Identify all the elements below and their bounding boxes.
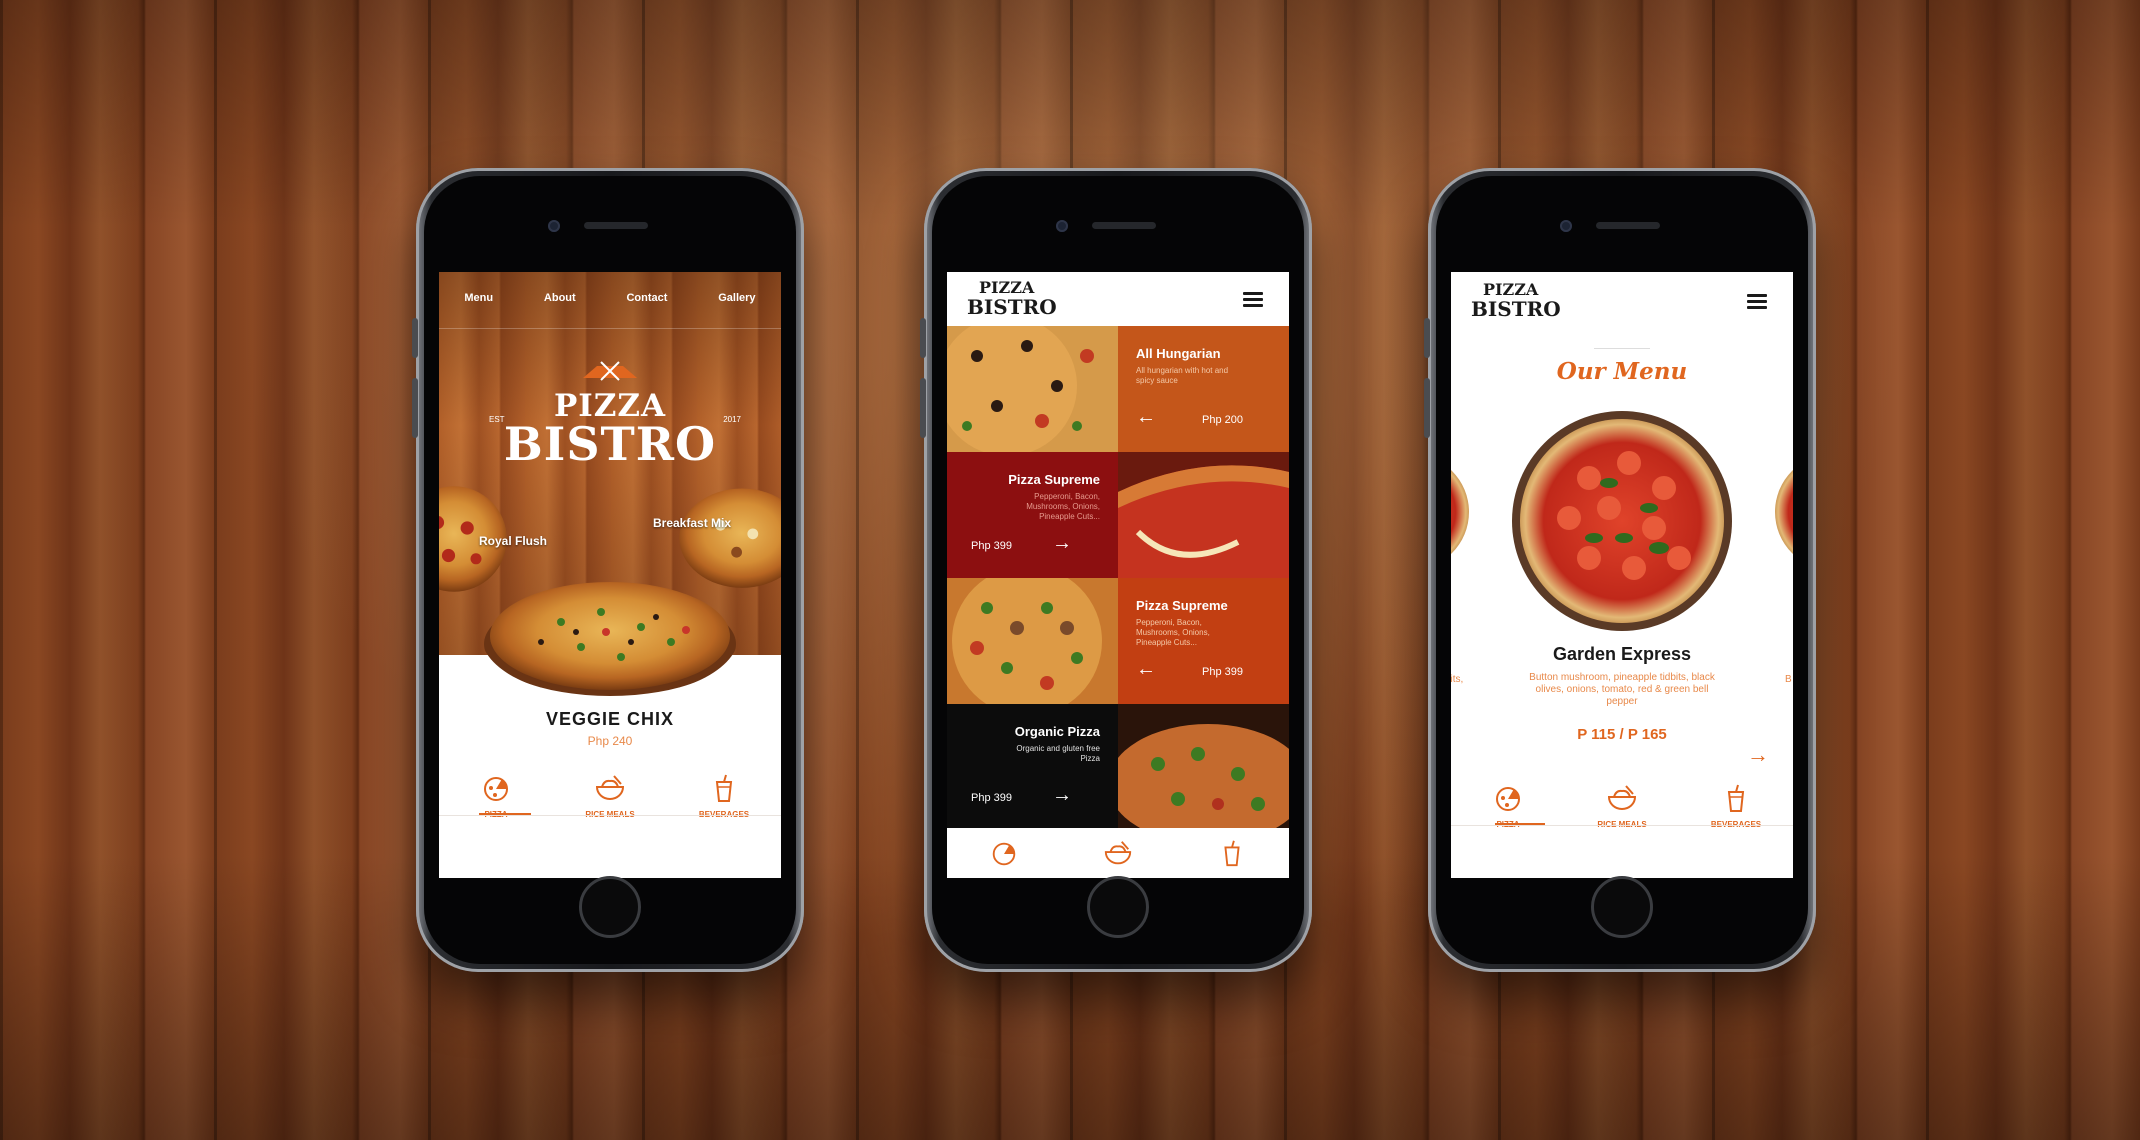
featured-pizza-price: Php 240	[587, 734, 633, 748]
logo-bistro-word: BISTRO	[503, 417, 717, 471]
hamburger-menu-icon[interactable]	[1243, 292, 1263, 308]
tab-beverages[interactable]: BEVERAGES	[669, 774, 779, 819]
nav-about-link[interactable]: About	[544, 292, 576, 304]
home-button[interactable]	[579, 876, 641, 938]
item-desc: Organic and gluten free Pizza	[1016, 744, 1100, 763]
crossed-peels-logo-icon	[583, 361, 637, 381]
item-desc: Button mushroom, pineapple tidbits, blac…	[1529, 672, 1715, 707]
arrow-left-icon[interactable]: ←	[1136, 406, 1156, 429]
tab-divider	[439, 815, 781, 816]
item-title: Organic Pizza	[1014, 724, 1100, 739]
pizza-veggie-chix-image[interactable]	[481, 572, 739, 698]
app-header: PIZZA BISTRO	[947, 272, 1289, 326]
hamburger-menu-icon[interactable]	[1747, 294, 1767, 310]
menu-item-card[interactable]: Pizza Supreme Pepperoni, Bacon, Mushroom…	[1118, 578, 1289, 704]
front-camera	[548, 220, 560, 232]
item-title: Pizza Supreme	[1008, 472, 1100, 487]
logo-bistro-word: BISTRO	[1471, 297, 1561, 321]
page-title: Our Menu	[1556, 358, 1688, 385]
phone-frame-1: Menu About Contact Gallery EST 2017 PIZZ…	[412, 168, 804, 972]
item-title: All Hungarian	[1136, 346, 1221, 361]
front-camera	[1560, 220, 1572, 232]
rice-bowl-icon[interactable]	[1103, 839, 1133, 867]
menu-item-card[interactable]: All Hungarian All hungarian with hot and…	[1118, 326, 1289, 452]
pizza-icon[interactable]	[989, 839, 1019, 867]
pizza-photo-cell	[1118, 704, 1289, 828]
arrow-right-icon[interactable]: →	[1052, 532, 1072, 555]
rice-bowl-icon	[1607, 785, 1637, 810]
nav-menu-link[interactable]: Menu	[464, 292, 493, 304]
speaker-grille	[1092, 222, 1156, 229]
item-price: Php 399	[971, 540, 1012, 552]
next-item-desc-fragment: B	[1785, 674, 1792, 685]
item-title: Pizza Supreme	[1136, 598, 1228, 613]
arrow-left-icon[interactable]: ←	[1136, 658, 1156, 681]
rice-bowl-icon	[595, 775, 625, 800]
pizza-garden-express-image[interactable]	[1509, 408, 1735, 634]
logo-bistro-word: BISTRO	[967, 295, 1057, 319]
pizza-photo	[1118, 704, 1289, 828]
pizza-photo-cell	[947, 326, 1118, 452]
category-tabbar	[947, 828, 1289, 878]
nav-contact-link[interactable]: Contact	[626, 292, 667, 304]
speaker-grille	[1596, 222, 1660, 229]
next-pizza-peek-image[interactable]	[1771, 452, 1793, 572]
tab-rice-meals[interactable]: RICE MEALS	[1567, 784, 1677, 829]
item-name: Garden Express	[1552, 644, 1692, 664]
home-button[interactable]	[1591, 876, 1653, 938]
drink-cup-icon	[715, 774, 733, 802]
front-camera	[1056, 220, 1068, 232]
item-desc: All hungarian with hot and spicy sauce	[1136, 366, 1229, 385]
pizza-photo	[947, 578, 1118, 704]
item-desc: Pepperoni, Bacon, Mushrooms, Onions, Pin…	[1136, 618, 1210, 647]
speaker-grille	[584, 222, 648, 229]
phone-frame-3: PIZZA BISTRO Our Menu ts, B Garden Expre…	[1424, 168, 1816, 972]
pizza-icon	[484, 777, 508, 801]
menu-item-card[interactable]: Pizza Supreme Pepperoni, Bacon, Mushroom…	[947, 452, 1118, 578]
pizza-royal-flush-label: Royal Flush	[479, 534, 548, 548]
item-price: P 115 / P 165	[1577, 726, 1667, 743]
pizza-photo	[947, 326, 1118, 452]
arrow-right-icon[interactable]: →	[1052, 784, 1072, 807]
home-button[interactable]	[1087, 876, 1149, 938]
pizza-photo-cell	[1118, 452, 1289, 578]
nav-divider	[439, 328, 781, 329]
pizza-breakfast-mix-label: Breakfast Mix	[653, 516, 732, 530]
arrow-right-icon[interactable]: →	[1747, 742, 1769, 768]
pizza-photo	[1118, 452, 1289, 578]
drink-cup-icon	[1727, 784, 1745, 812]
item-price: Php 399	[971, 792, 1012, 804]
top-nav: Menu About Contact Gallery	[439, 292, 781, 304]
item-price: Php 200	[1202, 414, 1243, 426]
tab-divider	[1451, 825, 1793, 826]
heading-divider	[1594, 348, 1650, 349]
prev-pizza-peek-image[interactable]	[1451, 452, 1473, 572]
phone-frame-2: PIZZA BISTRO All Hungarian All hungarian…	[920, 168, 1312, 972]
featured-pizza-name: VEGGIE CHIX	[545, 709, 675, 729]
item-price: Php 399	[1202, 666, 1243, 678]
item-desc: Pepperoni, Bacon, Mushrooms, Onions, Pin…	[1026, 492, 1100, 521]
screen-home: Menu About Contact Gallery EST 2017 PIZZ…	[439, 272, 781, 878]
drink-cup-icon[interactable]	[1217, 839, 1247, 867]
tab-rice-meals[interactable]: RICE MEALS	[555, 774, 665, 819]
pizza-icon	[1496, 787, 1520, 811]
prev-item-desc-fragment: bits,	[1451, 674, 1464, 685]
nav-gallery-link[interactable]: Gallery	[718, 292, 755, 304]
tab-beverages[interactable]: BEVERAGES	[1681, 784, 1791, 829]
screen-menu-grid: PIZZA BISTRO All Hungarian All hungarian…	[947, 272, 1289, 878]
screen-our-menu: PIZZA BISTRO Our Menu ts, B Garden Expre…	[1451, 272, 1793, 878]
menu-item-card[interactable]: Organic Pizza Organic and gluten free Pi…	[947, 704, 1118, 830]
pizza-photo-cell	[947, 578, 1118, 704]
